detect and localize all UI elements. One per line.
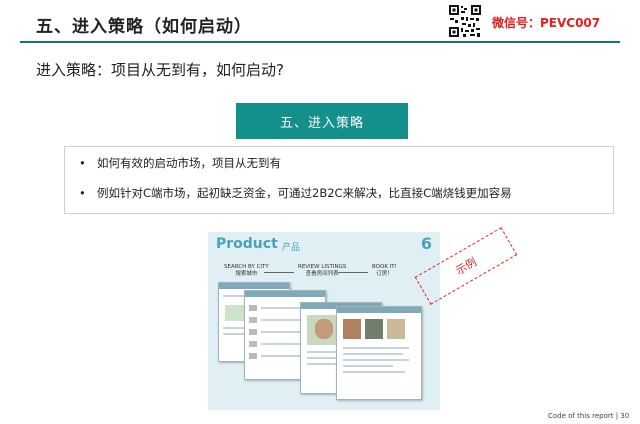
wechat-id: 微信号：PEVC007	[492, 16, 601, 30]
header-divider	[20, 41, 620, 43]
bullet-item: • 例如针对C端市场，起初缺乏资金，可通过2B2C来解决，比直接C端烧钱更加容易	[79, 185, 512, 201]
slide-title: 五、进入策略（如何启动）	[36, 17, 252, 37]
stamp-text: 示例	[453, 255, 480, 278]
bullet-text: 如何有效的启动市场，项目从无到有	[97, 156, 281, 170]
product-title: Product	[216, 236, 278, 252]
flow-arrow-icon	[338, 272, 368, 273]
bullet-text: 例如针对C端市场，起初缺乏资金，可通过2B2C来解决，比直接C端烧钱更加容易	[97, 186, 512, 200]
flow-step: SEARCH BY CITY 搜索城市	[224, 264, 269, 277]
slide-subtitle: 进入策略：项目从无到有，如何启动?	[36, 61, 284, 79]
bullet-box: • 如何有效的启动市场，项目从无到有 • 例如针对C端市场，起初缺乏资金，可通过2B…	[64, 146, 614, 214]
bullet-dot-icon: •	[79, 156, 86, 170]
product-title-cn: 产品	[282, 243, 301, 253]
product-screenshot-image: Product 产品 6 SEARCH BY CITY 搜索城市 REVIEW …	[208, 232, 440, 410]
product-page-number: 6	[420, 234, 432, 253]
flow-step: REVIEW LISTINGS 查看房间列表	[298, 264, 347, 277]
page-footer: Code of this report | 30	[548, 412, 630, 420]
screenshot-window	[336, 306, 422, 400]
section-banner: 五、进入策略	[236, 103, 408, 139]
flow-step: BOOK IT! 订房！	[372, 264, 397, 277]
qr-code-icon	[448, 4, 482, 38]
flow-arrow-icon	[264, 272, 294, 273]
bullet-item: • 如何有效的启动市场，项目从无到有	[79, 155, 281, 171]
bullet-dot-icon: •	[79, 186, 86, 200]
